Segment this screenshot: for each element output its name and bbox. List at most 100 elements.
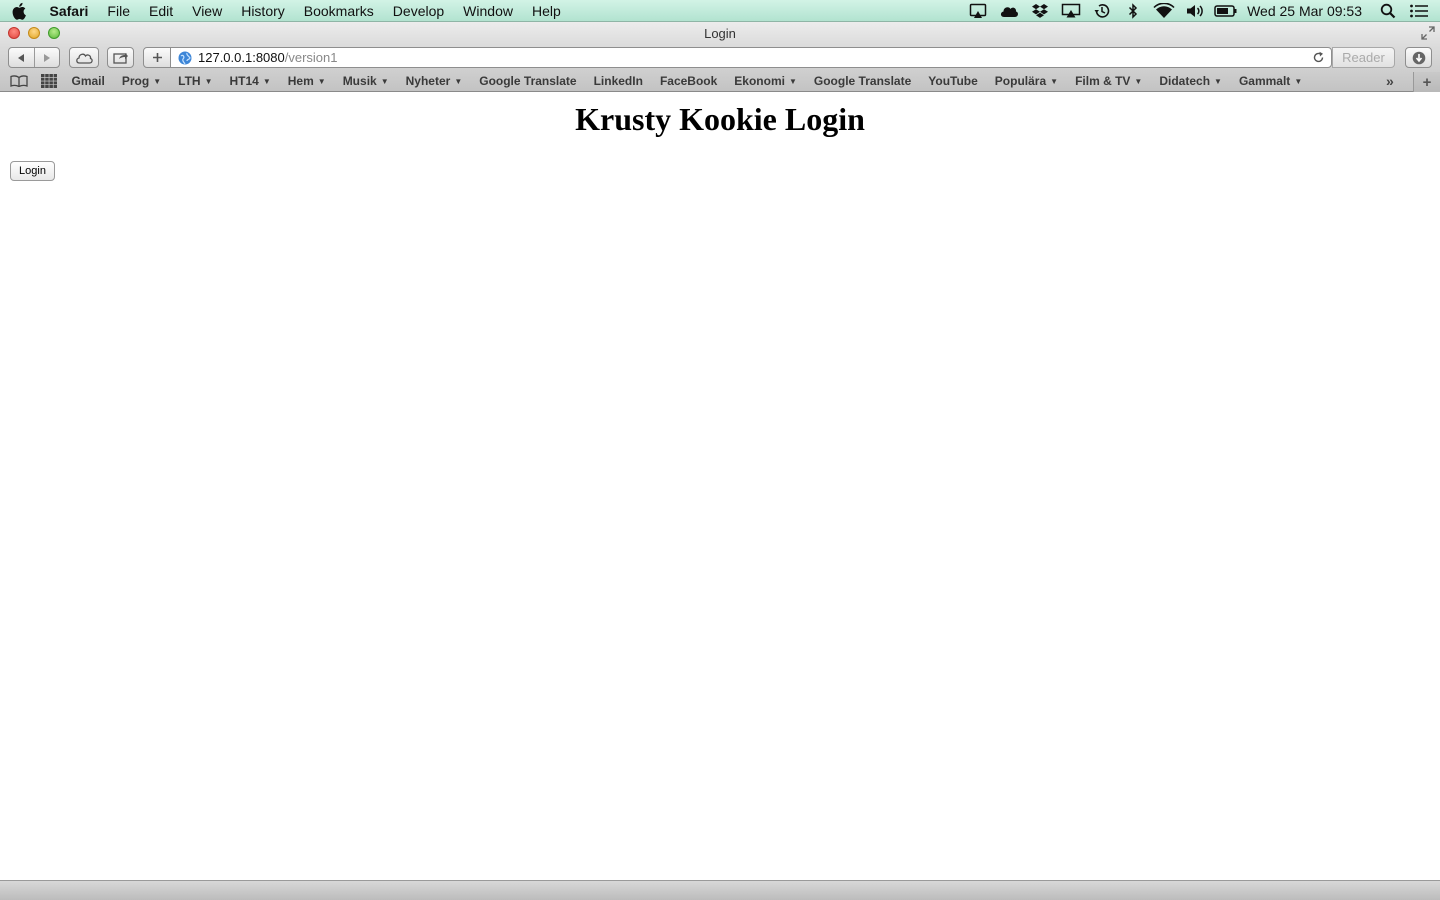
bookmark-folder-didatech[interactable]: Didatech ▼ bbox=[1151, 70, 1231, 93]
menu-file[interactable]: File bbox=[98, 0, 140, 22]
globe-icon bbox=[178, 51, 192, 64]
bookmark-label: Populära bbox=[994, 73, 1047, 88]
fullscreen-icon[interactable] bbox=[1421, 26, 1435, 40]
new-tab-button[interactable]: + bbox=[1413, 72, 1440, 92]
chevron-down-icon: ▼ bbox=[454, 76, 463, 86]
plus-icon: + bbox=[1422, 73, 1432, 91]
download-icon bbox=[1412, 51, 1425, 64]
menu-bookmarks[interactable]: Bookmarks bbox=[294, 0, 383, 22]
bookmark-label: LinkedIn bbox=[593, 74, 643, 88]
cloud-outline-icon bbox=[76, 53, 93, 64]
chevron-down-icon: ▼ bbox=[153, 76, 162, 86]
spotlight-search-icon[interactable] bbox=[1372, 0, 1403, 22]
bookmark-label: Musik bbox=[342, 73, 377, 88]
icloud-tabs-button[interactable] bbox=[69, 47, 99, 68]
bookmark-folder-lth[interactable]: LTH ▼ bbox=[170, 70, 221, 93]
bookmark-gmail[interactable]: Gmail bbox=[63, 70, 113, 92]
window-title: Login bbox=[704, 26, 736, 41]
login-button[interactable]: Login bbox=[10, 161, 55, 181]
bookmark-label: Ekonomi bbox=[734, 73, 785, 88]
menu-window[interactable]: Window bbox=[454, 0, 523, 22]
address-bar[interactable]: 127.0.0.1:8080/version1 bbox=[170, 47, 1332, 68]
bookmark-facebook[interactable]: FaceBook bbox=[651, 70, 725, 92]
volume-icon[interactable] bbox=[1179, 0, 1210, 22]
share-button[interactable] bbox=[107, 47, 134, 68]
bookmark-folder-ekonomi[interactable]: Ekonomi ▼ bbox=[726, 70, 806, 93]
bookmark-label: Hem bbox=[287, 73, 314, 88]
chevron-down-icon: ▼ bbox=[262, 76, 271, 86]
bookmark-youtube[interactable]: YouTube bbox=[920, 70, 987, 92]
bookmark-folder-hem[interactable]: Hem ▼ bbox=[279, 70, 334, 93]
bookmark-google-translate[interactable]: Google Translate bbox=[471, 70, 585, 92]
url-path: /version1 bbox=[284, 50, 338, 65]
menu-help[interactable]: Help bbox=[522, 0, 570, 22]
cloud-icon[interactable] bbox=[993, 0, 1024, 22]
airplay-display-icon[interactable] bbox=[962, 0, 993, 22]
reader-button[interactable]: Reader bbox=[1332, 47, 1395, 68]
menu-bar: Safari File Edit View History Bookmarks … bbox=[0, 0, 1440, 22]
reload-icon[interactable] bbox=[1312, 51, 1325, 64]
chevron-down-icon: ▼ bbox=[1214, 76, 1222, 86]
bookmark-label: HT14 bbox=[229, 73, 259, 88]
reading-list-icon[interactable] bbox=[10, 73, 28, 89]
bookmark-label: Google Translate bbox=[479, 74, 577, 88]
menu-edit[interactable]: Edit bbox=[139, 0, 182, 22]
top-sites-grid-icon[interactable] bbox=[40, 73, 58, 89]
chevron-down-icon: ▼ bbox=[204, 76, 213, 86]
browser-toolbar: 127.0.0.1:8080/version1 Reader bbox=[0, 45, 1440, 70]
bookmark-label: Nyheter bbox=[405, 73, 451, 88]
bookmark-label: Didatech bbox=[1159, 73, 1211, 88]
bookmark-list: Gmail Prog ▼ LTH ▼ HT14 ▼ Hem ▼ Musik ▼ Nyhet… bbox=[63, 70, 1311, 92]
bookmark-label: Gammalt bbox=[1238, 73, 1291, 88]
chevron-down-icon: ▼ bbox=[380, 76, 389, 86]
wifi-icon[interactable] bbox=[1148, 0, 1179, 22]
chevron-down-icon: ▼ bbox=[317, 76, 326, 86]
bookmark-label: Google Translate bbox=[813, 74, 912, 88]
forward-arrow-icon bbox=[43, 53, 50, 62]
back-forward-buttons bbox=[8, 47, 60, 68]
menu-view[interactable]: View bbox=[183, 0, 232, 22]
airplay-icon[interactable] bbox=[1055, 0, 1086, 22]
bookmark-folder-film-tv[interactable]: Film & TV ▼ bbox=[1067, 70, 1151, 93]
bookmark-folder-prog[interactable]: Prog ▼ bbox=[113, 70, 169, 93]
back-arrow-icon bbox=[18, 53, 25, 62]
bookmark-linkedin[interactable]: LinkedIn bbox=[585, 70, 651, 92]
forward-button[interactable] bbox=[33, 48, 59, 67]
bookmarks-overflow-icon[interactable]: » bbox=[1386, 73, 1394, 89]
bookmark-google-translate-2[interactable]: Google Translate bbox=[805, 70, 919, 92]
menu-clock[interactable]: Wed 25 Mar 09:53 bbox=[1241, 3, 1372, 19]
bookmark-label: Prog bbox=[121, 73, 150, 88]
menu-develop[interactable]: Develop bbox=[383, 0, 453, 22]
notification-center-icon[interactable] bbox=[1403, 0, 1434, 22]
bookmark-label: LTH bbox=[178, 73, 201, 88]
status-menus: Wed 25 Mar 09:53 bbox=[962, 0, 1440, 22]
apple-logo-icon[interactable] bbox=[0, 0, 40, 22]
bookmarks-bar: Gmail Prog ▼ LTH ▼ HT14 ▼ Hem ▼ Musik ▼ Nyhet… bbox=[0, 70, 1440, 92]
bookmark-label: YouTube bbox=[928, 74, 978, 88]
window-title-bar: Login bbox=[0, 22, 1440, 45]
bookmark-folder-nyheter[interactable]: Nyheter ▼ bbox=[397, 70, 471, 93]
bookmark-folder-musik[interactable]: Musik ▼ bbox=[334, 70, 397, 93]
menu-safari[interactable]: Safari bbox=[40, 0, 98, 22]
back-button[interactable] bbox=[9, 48, 34, 67]
bluetooth-icon[interactable] bbox=[1117, 0, 1148, 22]
downloads-button[interactable] bbox=[1405, 47, 1432, 68]
page-title: Krusty Kookie Login bbox=[575, 101, 865, 137]
share-icon bbox=[112, 53, 128, 64]
url-host: 127.0.0.1:8080 bbox=[198, 50, 285, 65]
menu-history[interactable]: History bbox=[232, 0, 295, 22]
time-machine-icon[interactable] bbox=[1086, 0, 1117, 22]
chevron-down-icon: ▼ bbox=[788, 76, 797, 86]
dropbox-icon[interactable] bbox=[1024, 0, 1055, 22]
add-bookmark-button[interactable] bbox=[143, 47, 171, 68]
bookmark-folder-ht14[interactable]: HT14 ▼ bbox=[221, 70, 279, 93]
bookmark-label: Film & TV bbox=[1075, 73, 1131, 88]
bookmark-folder-gammalt[interactable]: Gammalt ▼ bbox=[1230, 70, 1310, 93]
bookmark-folder-populara[interactable]: Populära ▼ bbox=[986, 70, 1066, 93]
chevron-down-icon: ▼ bbox=[1134, 76, 1143, 86]
plus-icon bbox=[152, 53, 162, 62]
battery-icon[interactable] bbox=[1210, 0, 1241, 22]
bookmark-label: FaceBook bbox=[659, 74, 718, 88]
web-page: Krusty Kookie Login Login bbox=[0, 93, 1440, 880]
bookmark-label: Gmail bbox=[71, 74, 105, 88]
